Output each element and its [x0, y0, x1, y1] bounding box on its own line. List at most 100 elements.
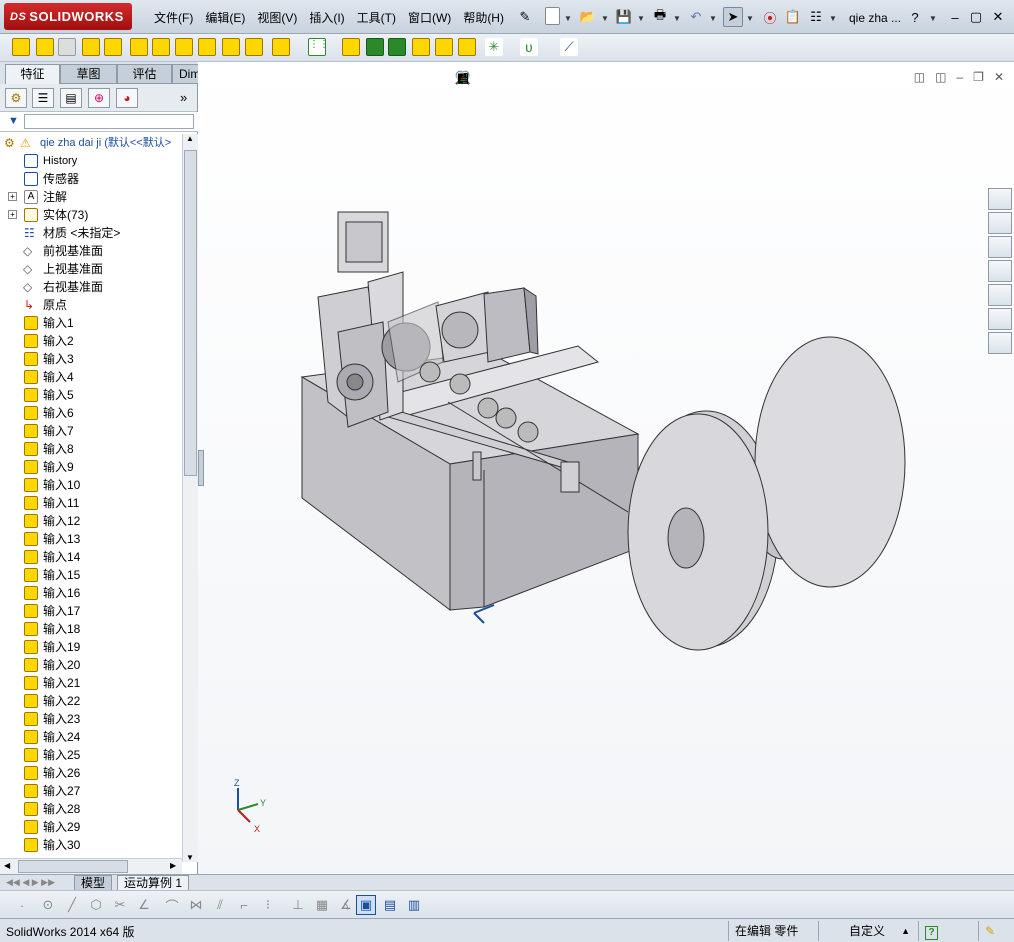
extrude-cut-icon[interactable] [130, 38, 148, 56]
task-pane-view-palette-icon[interactable] [988, 284, 1012, 306]
pin-icon[interactable]: ✎ [515, 7, 535, 27]
task-pane-custom-properties-icon[interactable] [988, 332, 1012, 354]
extend-icon[interactable]: ∠ [134, 895, 154, 915]
tree-item-import[interactable]: 输入28 [0, 800, 182, 818]
graphics-area[interactable]: 🔍 🔎 ↺ ▥ ▣ ◧ ◔ ● ◕ ▤ ◫ ◫ – ❐ ✕ Z Y X [198, 62, 1014, 874]
tree-item-import[interactable]: 输入19 [0, 638, 182, 656]
scroll-left-icon[interactable]: ◀ [4, 861, 10, 870]
menu-edit[interactable]: 编辑(E) [199, 9, 251, 27]
tag-status[interactable]: ✎ [978, 921, 1014, 941]
options-icon[interactable]: ☷ [806, 7, 826, 27]
tab-navigation-icon[interactable]: ◀◀ ◀ ▶ ▶▶ [6, 877, 55, 888]
tree-item-import[interactable]: 输入11 [0, 494, 182, 512]
open-folder-icon[interactable]: 📂 [578, 7, 598, 27]
point-icon[interactable]: · [12, 895, 32, 915]
3d-sketch-icon[interactable]: ▣ [356, 895, 376, 915]
fit-spline-icon[interactable]: ⁝ [258, 895, 278, 915]
menu-view[interactable]: 视图(V) [251, 9, 303, 27]
tree-item-origin[interactable]: ↳ 原点 [0, 296, 182, 314]
tree-item-sensors[interactable]: 传感器 [0, 170, 182, 188]
tree-item-import[interactable]: 输入13 [0, 530, 182, 548]
tree-item-import[interactable]: 输入30 [0, 836, 182, 854]
tree-item-import[interactable]: 输入7 [0, 422, 182, 440]
tree-item-import[interactable]: 输入29 [0, 818, 182, 836]
circle-icon[interactable]: ⊙ [38, 895, 58, 915]
trim-icon[interactable]: ✂ [110, 895, 130, 915]
menu-insert[interactable]: 插入(I) [303, 9, 350, 27]
tree-item-import[interactable]: 输入18 [0, 620, 182, 638]
tree-root[interactable]: ⚙ ⚠ qie zha dai ji (默认<<默认> [0, 134, 182, 152]
grid-icon[interactable]: ▦ [312, 895, 332, 915]
boundary-cut-icon[interactable] [245, 38, 263, 56]
tree-item-import[interactable]: 输入21 [0, 674, 182, 692]
tree-item-import[interactable]: 输入8 [0, 440, 182, 458]
scroll-right-icon[interactable]: ▶ [170, 861, 176, 870]
new-document-icon[interactable] [545, 7, 560, 25]
tree-item-import[interactable]: 输入20 [0, 656, 182, 674]
tree-item-top-plane[interactable]: ◇ 上视基准面 [0, 260, 182, 278]
save-icon[interactable]: 💾 [614, 7, 634, 27]
tree-item-solid-bodies[interactable]: + 实体(73) [0, 206, 182, 224]
display-manager-tab-icon[interactable]: ◕ [116, 88, 138, 108]
rib-icon[interactable] [342, 38, 360, 56]
tree-item-import[interactable]: 输入3 [0, 350, 182, 368]
3d-model-view[interactable]: Z Y X [198, 62, 1014, 874]
extrude-boss-icon[interactable] [12, 38, 30, 56]
tree-horizontal-scrollbar[interactable]: ◀ ▶ [0, 858, 182, 874]
scroll-down-icon[interactable]: ▼ [186, 853, 194, 862]
shell-icon[interactable] [388, 38, 406, 56]
lofted-cut-icon[interactable] [222, 38, 240, 56]
menu-tools[interactable]: 工具(T) [351, 9, 402, 27]
instant3d-icon[interactable]: ⟋ [560, 38, 578, 56]
tab-sketch[interactable]: 草图 [60, 64, 117, 84]
sweep-icon[interactable] [58, 38, 76, 56]
task-pane-library-icon[interactable] [988, 236, 1012, 258]
scroll-thumb[interactable] [184, 150, 197, 476]
chevron-down-icon[interactable]: ▼ [673, 14, 681, 23]
convert-entities-icon[interactable]: ⫽ [210, 895, 230, 915]
tree-item-import[interactable]: 输入6 [0, 404, 182, 422]
task-pane-appearances-icon[interactable] [988, 308, 1012, 330]
feature-manager-tab-icon[interactable]: ⚙ [5, 88, 27, 108]
tab-features[interactable]: 特征 [5, 64, 60, 84]
draft-icon[interactable] [366, 38, 384, 56]
tree-vertical-scrollbar[interactable]: ▲ ▼ [182, 134, 198, 862]
tree-item-import[interactable]: 输入1 [0, 314, 182, 332]
chevron-down-icon[interactable]: ▼ [929, 14, 937, 23]
angle-icon[interactable]: ∡ [336, 895, 356, 915]
help-icon[interactable]: ? [905, 7, 925, 27]
dimension-icon[interactable]: ⊥ [288, 895, 308, 915]
expand-icon[interactable]: + [8, 210, 17, 219]
boundary-icon[interactable] [104, 38, 122, 56]
tree-item-import[interactable]: 输入25 [0, 746, 182, 764]
tree-item-import[interactable]: 输入4 [0, 368, 182, 386]
wrap-icon[interactable] [412, 38, 430, 56]
menu-window[interactable]: 窗口(W) [402, 9, 457, 27]
chevron-right-icon[interactable]: » [180, 90, 187, 105]
units-status[interactable]: 自定义 ▲ [818, 921, 918, 941]
expand-icon[interactable]: + [8, 192, 17, 201]
chevron-down-icon[interactable]: ▼ [564, 14, 572, 23]
task-pane-resources-icon[interactable] [988, 188, 1012, 210]
chevron-down-icon[interactable]: ▼ [637, 14, 645, 23]
chevron-down-icon[interactable]: ▼ [709, 14, 717, 23]
revolve-boss-icon[interactable] [36, 38, 54, 56]
tree-item-import[interactable]: 输入14 [0, 548, 182, 566]
tree-item-import[interactable]: 输入26 [0, 764, 182, 782]
close-icon[interactable]: ✕ [988, 7, 1008, 27]
tree-item-import[interactable]: 输入16 [0, 584, 182, 602]
line-icon[interactable]: ╱ [62, 895, 82, 915]
tree-item-right-plane[interactable]: ◇ 右视基准面 [0, 278, 182, 296]
maximize-icon[interactable]: ▢ [966, 7, 986, 27]
revolve-cut-icon[interactable] [175, 38, 193, 56]
tree-item-import[interactable]: 输入10 [0, 476, 182, 494]
window-layout-icon[interactable]: ▤ [380, 895, 400, 915]
filter-input[interactable] [24, 114, 194, 129]
configuration-manager-tab-icon[interactable]: ▤ [60, 88, 82, 108]
tree-item-import[interactable]: 输入12 [0, 512, 182, 530]
task-pane-home-icon[interactable] [988, 212, 1012, 234]
mirror-icon[interactable] [458, 38, 476, 56]
undo-icon[interactable]: ↶ [686, 7, 706, 27]
print-icon[interactable]: 🖶 [650, 7, 670, 27]
linear-pattern-icon[interactable]: ⋮⋮ [308, 38, 329, 56]
